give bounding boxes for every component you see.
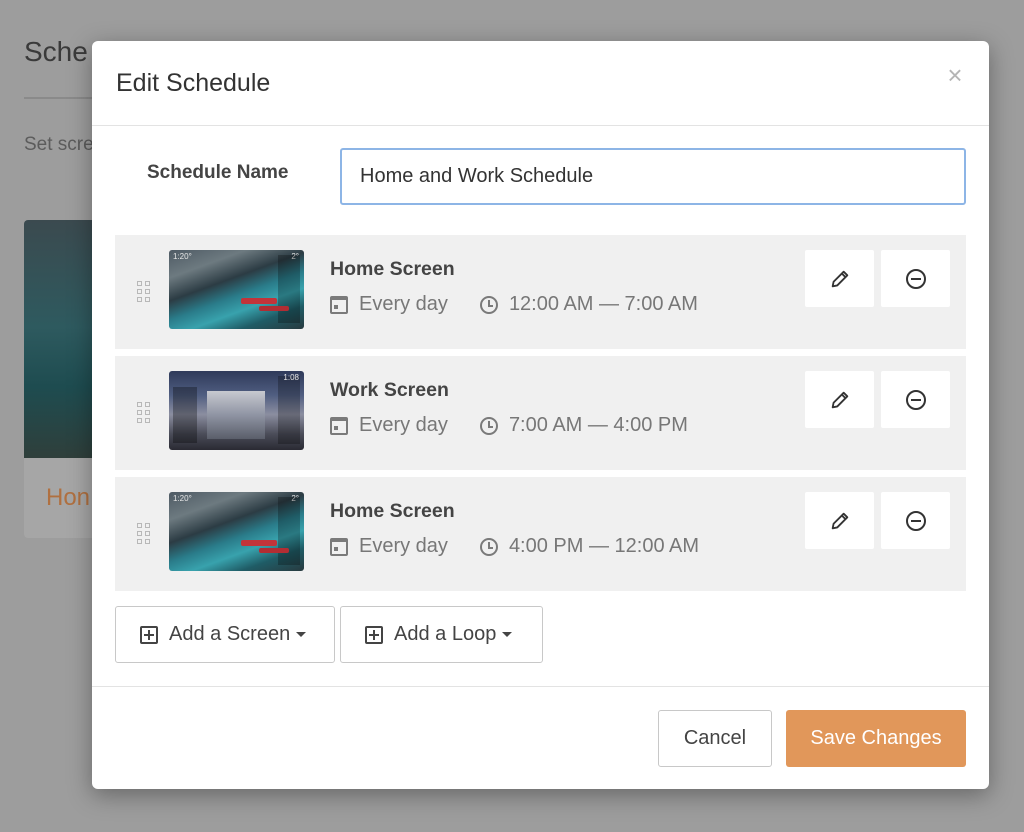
minus-circle-icon xyxy=(905,268,926,289)
add-screen-button[interactable]: Add a Screen xyxy=(115,606,335,663)
calendar-icon xyxy=(330,416,348,435)
edit-button[interactable] xyxy=(805,492,874,549)
add-actions: Add a Screen Add a Loop xyxy=(115,606,548,663)
modal-footer: Cancel Save Changes xyxy=(92,686,989,789)
schedule-name-label: Schedule Name xyxy=(147,162,289,183)
screen-title: Home Screen xyxy=(330,258,455,280)
schedule-list: 1:20° 2° Home Screen Every day 12:00 AM … xyxy=(115,235,966,598)
edit-schedule-modal: Edit Schedule × Schedule Name 1:20° 2° H… xyxy=(92,41,989,789)
pencil-icon xyxy=(831,391,848,408)
screen-title: Home Screen xyxy=(330,500,455,522)
schedule-row: 1:20° 2° Home Screen Every day 12:00 AM … xyxy=(115,235,966,349)
time-range-text: 7:00 AM — 4:00 PM xyxy=(508,414,688,436)
calendar-icon xyxy=(330,537,348,556)
schedule-row: 1:20° 2° Home Screen Every day 4:00 PM —… xyxy=(115,477,966,591)
add-screen-label: Add a Screen xyxy=(169,623,291,645)
pencil-icon xyxy=(831,512,848,529)
close-icon[interactable]: × xyxy=(943,62,967,88)
modal-header: Edit Schedule × xyxy=(92,41,989,126)
add-loop-label: Add a Loop xyxy=(394,623,497,645)
frequency-text: Every day xyxy=(359,414,448,436)
remove-button[interactable] xyxy=(881,371,950,428)
minus-circle-icon xyxy=(905,389,926,410)
screen-thumbnail: 1:20° 2° xyxy=(169,250,304,329)
time-range-text: 4:00 PM — 12:00 AM xyxy=(508,535,700,557)
time-range-text: 12:00 AM — 7:00 AM xyxy=(508,293,698,315)
clock-icon xyxy=(479,295,498,314)
background-page-title: Sche xyxy=(24,36,88,67)
plus-square-icon xyxy=(365,625,383,644)
remove-button[interactable] xyxy=(881,250,950,307)
clock-icon xyxy=(479,416,498,435)
edit-button[interactable] xyxy=(805,250,874,307)
cancel-button[interactable]: Cancel xyxy=(658,710,772,767)
screen-thumbnail: 1:08 xyxy=(169,371,304,450)
schedule-meta: Every day 7:00 AM — 4:00 PM xyxy=(330,414,688,437)
clock-icon xyxy=(479,537,498,556)
pencil-icon xyxy=(831,270,848,287)
caret-down-icon xyxy=(296,632,307,637)
schedule-name-row: Schedule Name xyxy=(92,148,989,205)
caret-down-icon xyxy=(502,632,513,637)
frequency-text: Every day xyxy=(359,293,448,315)
drag-handle-icon[interactable] xyxy=(137,281,151,302)
modal-title: Edit Schedule xyxy=(116,69,271,97)
plus-square-icon xyxy=(140,625,158,644)
background-page-subtitle: Set scre xyxy=(24,134,94,155)
minus-circle-icon xyxy=(905,510,926,531)
schedule-meta: Every day 12:00 AM — 7:00 AM xyxy=(330,293,698,316)
screen-title: Work Screen xyxy=(330,379,449,401)
calendar-icon xyxy=(330,295,348,314)
add-loop-button[interactable]: Add a Loop xyxy=(340,606,543,663)
schedule-meta: Every day 4:00 PM — 12:00 AM xyxy=(330,535,699,558)
drag-handle-icon[interactable] xyxy=(137,402,151,423)
drag-handle-icon[interactable] xyxy=(137,523,151,544)
edit-button[interactable] xyxy=(805,371,874,428)
background-card-label: Hon xyxy=(46,484,91,511)
remove-button[interactable] xyxy=(881,492,950,549)
screen-thumbnail: 1:20° 2° xyxy=(169,492,304,571)
schedule-name-input[interactable] xyxy=(340,148,966,205)
frequency-text: Every day xyxy=(359,535,448,557)
schedule-row: 1:08 Work Screen Every day 7:00 AM — 4:0… xyxy=(115,356,966,470)
save-changes-button[interactable]: Save Changes xyxy=(786,710,966,767)
